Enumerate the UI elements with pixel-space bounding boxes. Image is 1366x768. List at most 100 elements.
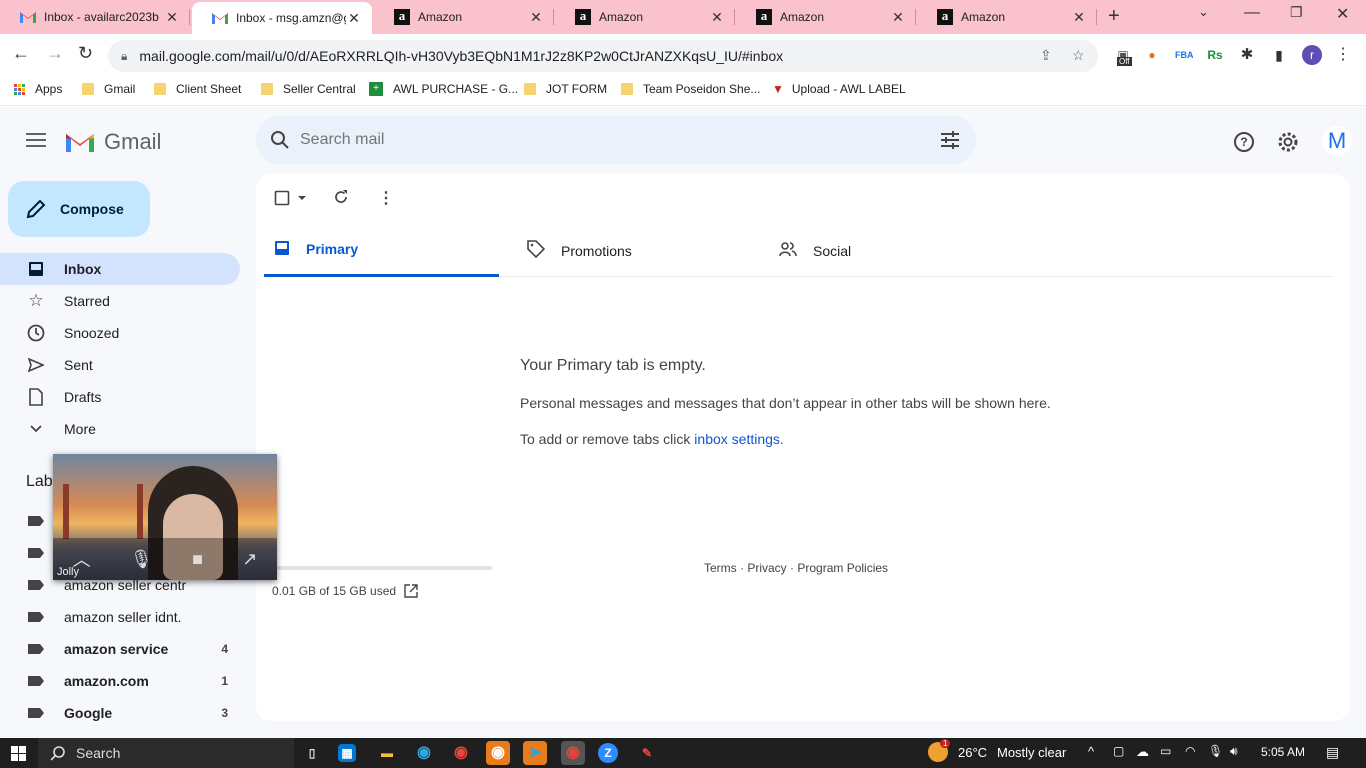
bookmark-team-poseidon[interactable]: Team Poseidon She...: [621, 82, 760, 96]
file-explorer-icon[interactable]: ▬: [375, 741, 399, 765]
label-item[interactable]: amazon service 4: [0, 633, 240, 665]
storage-bar: [272, 566, 492, 570]
microphone-icon[interactable]: 🎙︎: [1208, 744, 1223, 758]
label-item[interactable]: Google 3: [0, 697, 240, 729]
chevron-up-icon[interactable]: ^: [1088, 744, 1094, 759]
bookmark-star-icon[interactable]: ☆: [1072, 47, 1085, 64]
close-icon[interactable]: ✕: [890, 9, 906, 26]
zoom-icon[interactable]: Z: [598, 743, 618, 763]
browser-tab[interactable]: a Amazon ✕: [374, 0, 554, 34]
bookmark-jot-form[interactable]: JOT FORM: [524, 82, 607, 96]
empty-hint-text: To add or remove tabs click: [520, 431, 695, 447]
tab-primary[interactable]: Primary: [264, 224, 499, 277]
onedrive-cloud-icon[interactable]: ☁: [1136, 744, 1149, 760]
mic-muted-icon[interactable]: 🎙︎: [130, 549, 153, 570]
terms-link[interactable]: Terms: [704, 561, 737, 575]
forward-arrow-icon[interactable]: →: [46, 43, 64, 64]
bookmark-awl-purchase[interactable]: + AWL PURCHASE - G...: [369, 82, 518, 96]
extension-circle-icon[interactable]: ●: [1143, 46, 1161, 64]
compose-label: Compose: [60, 201, 124, 217]
more-options-icon[interactable]: ⋮: [378, 188, 394, 208]
profile-avatar[interactable]: r: [1302, 45, 1322, 65]
tab-promotions[interactable]: Promotions: [517, 224, 752, 277]
settings-gear-icon[interactable]: [1277, 131, 1299, 153]
kebab-menu-icon[interactable]: ⋮: [1334, 46, 1352, 64]
close-icon[interactable]: ✕: [1071, 9, 1087, 26]
browser-tab[interactable]: Inbox - availarc2023b ✕: [0, 0, 190, 34]
store-icon[interactable]: ▦: [338, 744, 356, 762]
select-dropdown-caret-icon[interactable]: [298, 190, 306, 211]
close-icon[interactable]: ✕: [528, 9, 544, 26]
bookmark-client-sheet[interactable]: Client Sheet: [154, 82, 241, 96]
program-policies-link[interactable]: Program Policies: [797, 561, 888, 575]
nav-item-sent[interactable]: Sent: [0, 349, 240, 381]
bookmark-gmail[interactable]: Gmail: [82, 82, 135, 96]
clock-time[interactable]: 5:05 AM: [1261, 745, 1305, 759]
help-icon[interactable]: ?: [1233, 131, 1255, 153]
gmail-logo[interactable]: Gmail: [64, 129, 161, 155]
taskbar-search[interactable]: Search: [38, 738, 294, 768]
new-tab-plus-icon[interactable]: +: [1108, 5, 1120, 28]
share-icon[interactable]: ⇪: [1040, 47, 1052, 64]
chrome-icon[interactable]: ◉: [449, 741, 473, 765]
nav-item-more[interactable]: More: [0, 413, 240, 445]
back-arrow-icon[interactable]: ←: [12, 43, 30, 64]
weather-desc[interactable]: Mostly clear: [997, 745, 1066, 760]
open-external-icon[interactable]: [404, 584, 418, 598]
hamburger-menu-icon[interactable]: [26, 133, 46, 151]
browser-tab-active[interactable]: Inbox - msg.amzn@g ✕: [192, 2, 372, 34]
weather-temp[interactable]: 26°C: [958, 745, 987, 760]
tab-search-chevron-icon[interactable]: ⌄: [1198, 4, 1209, 20]
close-icon[interactable]: ✕: [346, 10, 362, 27]
address-bar[interactable]: 🔒︎ mail.google.com/mail/u/0/d/AEoRXRRLQI…: [108, 40, 1098, 72]
label-item[interactable]: amazon.com 1: [0, 665, 240, 697]
bookmark-upload-awl-label[interactable]: ▼ Upload - AWL LABEL: [772, 82, 906, 96]
nav-item-inbox[interactable]: Inbox: [0, 253, 240, 285]
browser-tab[interactable]: a Amazon ✕: [917, 0, 1097, 34]
reload-icon[interactable]: ↻: [78, 43, 93, 64]
close-icon[interactable]: ✕: [164, 9, 180, 26]
nav-item-drafts[interactable]: Drafts: [0, 381, 240, 413]
amazon-icon: a: [394, 9, 410, 25]
chrome-active-icon[interactable]: ◉: [561, 741, 585, 765]
bookmark-apps[interactable]: Apps: [14, 82, 62, 96]
windows-start-icon[interactable]: [11, 746, 26, 766]
camera-icon[interactable]: ■: [192, 549, 203, 570]
notifications-icon[interactable]: ▤: [1326, 744, 1339, 761]
tray-app-icon[interactable]: ▢: [1113, 744, 1124, 758]
telegram-icon[interactable]: ➤: [523, 741, 547, 765]
account-avatar[interactable]: M: [1322, 126, 1352, 156]
battery-icon[interactable]: ▭: [1160, 744, 1171, 758]
minimize-icon[interactable]: —: [1244, 4, 1260, 22]
volume-icon[interactable]: 🔊︎: [1230, 744, 1238, 759]
bookmark-seller-central[interactable]: Seller Central: [261, 82, 356, 96]
compose-button[interactable]: Compose: [8, 181, 150, 237]
nav-item-snoozed[interactable]: Snoozed: [0, 317, 240, 349]
tune-filter-icon[interactable]: [940, 130, 960, 150]
window-close-icon[interactable]: ✕: [1336, 4, 1349, 24]
inbox-settings-link[interactable]: inbox settings: [694, 431, 780, 447]
popout-icon[interactable]: ↗: [242, 549, 257, 570]
refresh-icon[interactable]: [333, 189, 349, 210]
tab-social[interactable]: Social: [769, 224, 1004, 277]
rs-extension-icon[interactable]: Rs: [1206, 46, 1224, 64]
task-view-icon[interactable]: ▯: [300, 741, 324, 765]
privacy-link[interactable]: Privacy: [747, 561, 786, 575]
edge-icon[interactable]: ◉: [412, 741, 436, 765]
search-icon[interactable]: [270, 130, 290, 150]
video-call-overlay[interactable]: ︿ 🎙︎ ■ ↗ Jolly: [53, 454, 277, 580]
close-icon[interactable]: ✕: [709, 9, 725, 26]
paint-icon[interactable]: ✎: [635, 741, 659, 765]
wifi-icon[interactable]: ◠: [1185, 744, 1195, 758]
search-input[interactable]: [300, 128, 860, 152]
select-checkbox[interactable]: [274, 190, 290, 211]
restore-icon[interactable]: ❐: [1290, 4, 1303, 21]
browser-tab[interactable]: a Amazon ✕: [736, 0, 916, 34]
label-item[interactable]: amazon seller idnt.: [0, 601, 240, 633]
browser-tab[interactable]: a Amazon ✕: [555, 0, 735, 34]
side-panel-icon[interactable]: ▮: [1270, 46, 1288, 64]
puzzle-icon[interactable]: ✱: [1238, 46, 1256, 64]
chrome-profile-icon[interactable]: ◉: [486, 741, 510, 765]
nav-item-starred[interactable]: ☆ Starred: [0, 285, 240, 317]
fba-extension-icon[interactable]: FBA: [1175, 46, 1194, 64]
